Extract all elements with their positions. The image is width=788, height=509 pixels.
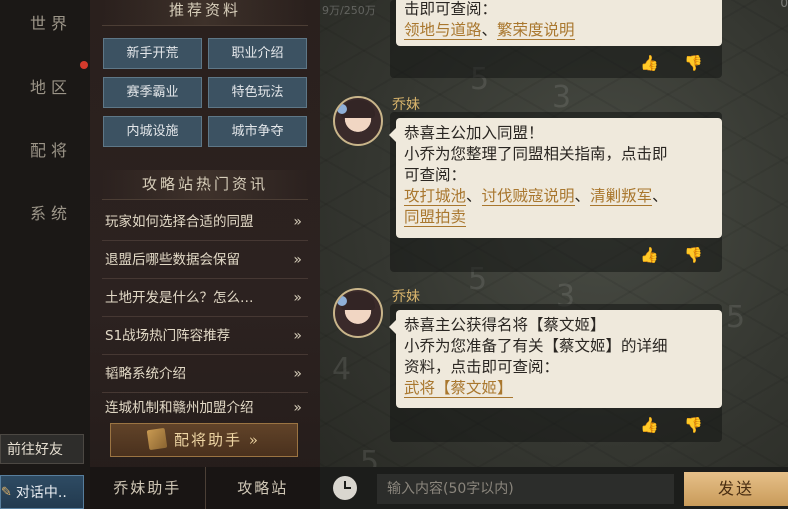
message-line: 资料，点击即可查阅： (404, 358, 560, 376)
guide-link[interactable]: 繁荣度说明 (497, 21, 575, 40)
map-corner-text: 0 (780, 0, 788, 10)
tab-qiaomei-assistant[interactable]: 乔妹助手 (90, 467, 206, 509)
rec-city-battle-button[interactable]: 城市争夺 (208, 116, 307, 147)
guide-link[interactable]: 讨伐贼寇说明 (481, 187, 575, 206)
chevron-right-icon: » (293, 252, 302, 268)
separator: 、 (652, 187, 668, 205)
news-item[interactable]: S1战场热门阵容推荐 » (102, 317, 308, 355)
nav-system[interactable]: 系统 (30, 200, 72, 224)
general-helper-button[interactable]: 配将助手 » (110, 423, 298, 457)
chat-button-label: 对话中.. (15, 485, 67, 501)
chat-input[interactable] (377, 474, 674, 504)
news-item-label: 韬略系统介绍 (105, 366, 186, 382)
left-navigation: 世界 地区 配将 系统 前往好友 ✎ 对话中.. (0, 0, 100, 509)
separator: 、 (481, 21, 498, 39)
chevron-right-icon: » (293, 366, 302, 382)
notification-dot (80, 61, 88, 69)
rec-season-button[interactable]: 赛季霸业 (103, 77, 202, 108)
news-item-label: 玩家如何选择合适的同盟 (105, 214, 254, 230)
thumbs-down-icon[interactable]: 👎 (684, 416, 703, 434)
guide-link[interactable]: 领地与道路 (404, 21, 482, 40)
chevron-right-icon: » (293, 290, 302, 306)
chat-bubble: 击即可查阅： 领地与道路、繁荣度说明 (396, 0, 722, 46)
message-line: 可查阅： (404, 166, 467, 184)
go-to-friends-button[interactable]: 前往好友 (0, 434, 84, 464)
thumbs-up-icon[interactable]: 👍 (640, 416, 659, 434)
clock-icon[interactable] (333, 476, 357, 500)
message-line: 小乔为您准备了有关【蔡文姬】的详细 (404, 337, 668, 355)
rec-feature-play-button[interactable]: 特色玩法 (208, 77, 307, 108)
thumbs-down-icon[interactable]: 👎 (684, 54, 703, 72)
map-tile-number: 5 (726, 300, 746, 335)
news-item-label: 土地开发是什么？怎么… (105, 290, 254, 306)
news-item-label: 连城机制和赣州加盟介绍 (105, 400, 254, 414)
map-tile-number: 3 (552, 80, 572, 115)
sender-name: 乔妹 (392, 289, 420, 305)
message-line: 恭喜主公获得名将【蔡文姬】 (404, 316, 606, 334)
chat-bubble: 恭喜主公获得名将【蔡文姬】 小乔为您准备了有关【蔡文姬】的详细 资料，点击即可查… (389, 310, 722, 408)
news-item-label: 退盟后哪些数据会保留 (105, 252, 240, 268)
cards-icon (146, 427, 168, 451)
general-helper-label: 配将助手 » (174, 431, 260, 449)
message-line: 小乔为您整理了同盟相关指南，点击即 (404, 145, 668, 163)
guide-link[interactable]: 攻打城池 (404, 187, 467, 206)
news-item[interactable]: 土地开发是什么？怎么… » (102, 279, 308, 317)
message-line: 恭喜主公加入同盟！ (404, 124, 544, 142)
chevron-right-icon: » (293, 328, 302, 344)
thumbs-down-icon[interactable]: 👎 (684, 246, 703, 264)
nav-region[interactable]: 地区 (30, 74, 72, 98)
news-item[interactable]: 退盟后哪些数据会保留 » (102, 241, 308, 279)
message-line: 击即可查阅： (404, 0, 498, 18)
news-item-label: S1战场热门阵容推荐 (105, 328, 231, 344)
chevron-right-icon: » (293, 400, 302, 414)
nav-world[interactable]: 世界 (30, 10, 72, 34)
guide-bottom-tabs: 乔妹助手 攻略站 (90, 467, 320, 509)
nav-general-config[interactable]: 配将 (30, 137, 72, 161)
qiaomei-avatar (333, 288, 383, 338)
qiaomei-avatar (333, 96, 383, 146)
guide-link[interactable]: 清剿叛军 (590, 187, 653, 206)
send-button[interactable]: 发送 (684, 472, 788, 506)
chat-bubble: 恭喜主公加入同盟！ 小乔为您整理了同盟相关指南，点击即 可查阅： 攻打城池、讨伐… (389, 118, 722, 238)
guide-link[interactable]: 武将【蔡文姬】 (404, 379, 513, 398)
separator: 、 (574, 187, 591, 205)
tab-strategy-site[interactable]: 攻略站 (206, 467, 321, 509)
guide-link[interactable]: 同盟拍卖 (404, 208, 467, 227)
rec-beginner-button[interactable]: 新手开荒 (103, 38, 202, 69)
sender-name: 乔妹 (392, 97, 420, 113)
map-resource-text: 9万/250万 (322, 4, 376, 17)
separator: 、 (466, 187, 482, 205)
recommended-title: 推荐资料 (102, 0, 308, 26)
thumbs-up-icon[interactable]: 👍 (640, 246, 659, 264)
rec-class-intro-button[interactable]: 职业介绍 (208, 38, 307, 69)
map-tile-number: 4 (332, 352, 352, 387)
news-item[interactable]: 连城机制和赣州加盟介绍 » (102, 392, 308, 414)
news-item[interactable]: 韬略系统介绍 » (102, 355, 308, 393)
news-list-overflow: 连城机制和赣州加盟介绍 » (102, 392, 308, 414)
news-item[interactable]: 玩家如何选择合适的同盟 » (102, 203, 308, 241)
hot-news-title: 攻略站热门资讯 (102, 170, 308, 200)
thumbs-up-icon[interactable]: 👍 (640, 54, 659, 72)
rec-inner-city-button[interactable]: 内城设施 (103, 116, 202, 147)
chat-in-progress-button[interactable]: ✎ 对话中.. (0, 475, 84, 509)
chevron-right-icon: » (293, 214, 302, 230)
chat-icon: ✎ (1, 484, 12, 500)
